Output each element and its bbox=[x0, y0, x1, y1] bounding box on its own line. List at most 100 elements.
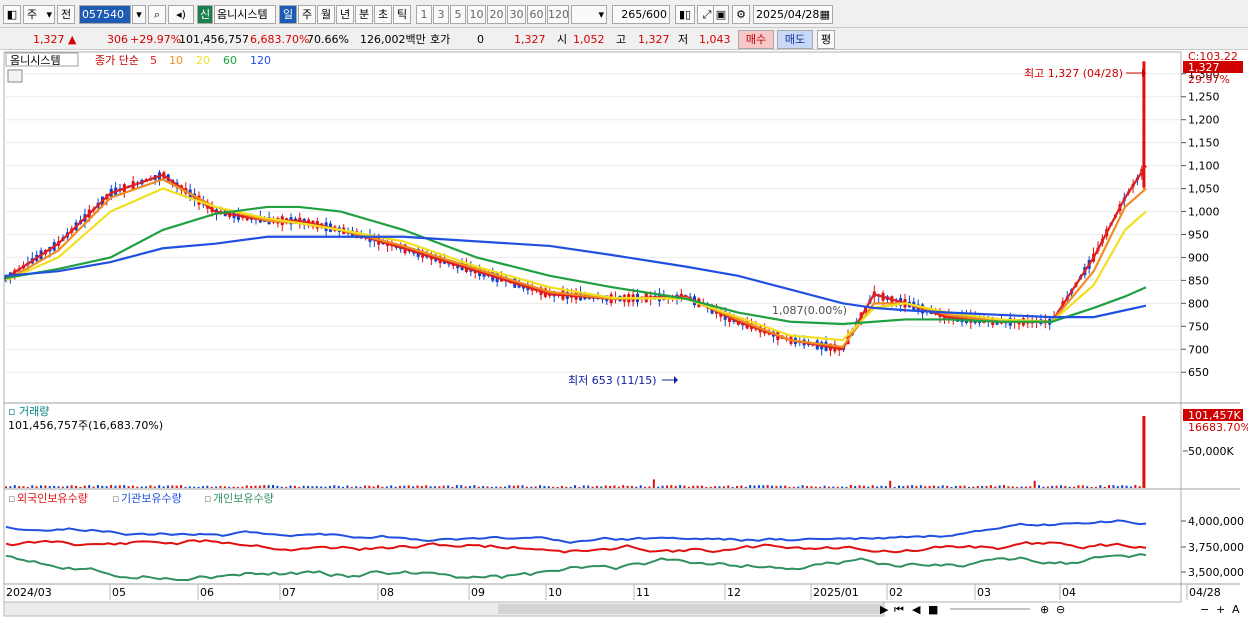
zoom-out-icon[interactable]: ⊖ bbox=[1056, 603, 1065, 616]
volume-bar bbox=[941, 485, 944, 488]
period-tab[interactable]: 년 bbox=[336, 5, 354, 24]
volume-bar bbox=[1051, 485, 1054, 488]
period-tab[interactable]: 틱 bbox=[393, 5, 411, 24]
volume-bar bbox=[932, 485, 935, 488]
period-tab[interactable]: 월 bbox=[317, 5, 335, 24]
volume-bar bbox=[911, 485, 914, 488]
first-page-icon[interactable]: ⏮ bbox=[894, 603, 904, 616]
scroll-right-icon[interactable]: ▶ bbox=[880, 603, 889, 616]
volume-bar bbox=[324, 486, 327, 488]
volume-bar bbox=[560, 485, 563, 488]
volume-bar bbox=[328, 485, 331, 488]
volume-bar bbox=[766, 485, 769, 488]
volume-bar bbox=[438, 486, 441, 488]
volume-bar bbox=[889, 480, 892, 488]
scrollbar-thumb[interactable] bbox=[498, 604, 884, 614]
interval-button[interactable]: 30 bbox=[507, 5, 526, 24]
period-tab[interactable]: 주 bbox=[298, 5, 316, 24]
speaker-icon[interactable]: ◂) bbox=[168, 5, 194, 24]
volume-bar bbox=[254, 485, 257, 488]
volume-bar bbox=[539, 485, 542, 488]
volume-bar bbox=[320, 486, 323, 488]
data-count[interactable]: 265/600 bbox=[612, 5, 670, 24]
volume-bar bbox=[342, 486, 345, 488]
interval-button[interactable]: 5 bbox=[450, 5, 466, 24]
volume-bar bbox=[1125, 485, 1128, 488]
volume-bar bbox=[661, 485, 664, 488]
interval-button[interactable]: 120 bbox=[547, 5, 569, 24]
ma-legend-item: 5 bbox=[150, 54, 157, 67]
period-tab[interactable]: 초 bbox=[374, 5, 392, 24]
volume-bar bbox=[946, 485, 949, 488]
volume-bar bbox=[79, 486, 82, 488]
volume-bar bbox=[359, 486, 362, 488]
chart-menu-icon[interactable]: ◧ bbox=[3, 5, 21, 24]
volume-bar bbox=[871, 485, 874, 488]
volume-bar bbox=[35, 486, 38, 488]
volume-bar bbox=[315, 486, 318, 488]
period-tab[interactable]: 일 bbox=[279, 5, 297, 24]
trade-amount: 126,002백만 bbox=[360, 33, 426, 46]
volume-bar bbox=[670, 485, 673, 488]
volume-bar bbox=[1068, 486, 1071, 488]
volume-bar bbox=[394, 486, 397, 488]
buy-button[interactable]: 매수 bbox=[738, 30, 774, 49]
interval-button[interactable]: 60 bbox=[527, 5, 546, 24]
prev-page-icon[interactable]: ◀ bbox=[912, 603, 921, 616]
volume-bar bbox=[429, 486, 432, 488]
volume-bar bbox=[346, 485, 349, 488]
interval-select[interactable]: ▾ bbox=[571, 5, 607, 24]
y-tick-label: 750 bbox=[1188, 320, 1209, 333]
hoga-label: 호가 bbox=[430, 33, 451, 46]
stock-chart[interactable]: 1,3001,2501,2001,1501,1001,0501,00095090… bbox=[0, 50, 1248, 621]
volume-bar bbox=[801, 485, 804, 488]
minus-icon[interactable]: − bbox=[1200, 603, 1209, 616]
volume-bar bbox=[1103, 486, 1106, 488]
period-tab[interactable]: 분 bbox=[355, 5, 373, 24]
low-price: 1,043 bbox=[699, 33, 731, 46]
date-input[interactable]: 2025/04/28 ▦ bbox=[753, 5, 833, 24]
font-size-icon[interactable]: A bbox=[1232, 603, 1240, 616]
volume-bar bbox=[841, 486, 844, 488]
holdings-legend-item: 기관보유수량 bbox=[121, 492, 182, 505]
volume-bar bbox=[57, 486, 60, 488]
mode-select[interactable]: 주 ▾ bbox=[23, 5, 55, 24]
volume-bar bbox=[61, 486, 64, 488]
y-tick-label: 1,000 bbox=[1188, 206, 1220, 219]
stock-code-input[interactable]: 057540 bbox=[79, 5, 131, 24]
table-icon[interactable] bbox=[7, 69, 23, 83]
sell-button[interactable]: 매도 bbox=[777, 30, 813, 49]
prev-button[interactable]: 전 bbox=[57, 5, 75, 24]
volume-bar bbox=[482, 486, 485, 488]
gear-icon[interactable]: ⚙ bbox=[732, 5, 750, 24]
volume-bar bbox=[425, 485, 428, 488]
search-icon[interactable]: ⌕ bbox=[148, 5, 166, 24]
legend-marker: ▫ bbox=[204, 492, 211, 505]
hoga-price: 1,327 bbox=[514, 33, 546, 46]
volume-bar bbox=[512, 485, 515, 488]
candle-type-icon[interactable]: ▮▯ bbox=[675, 5, 695, 24]
volume-bar bbox=[1108, 485, 1111, 488]
interval-button[interactable]: 10 bbox=[467, 5, 486, 24]
volume-bar bbox=[950, 486, 953, 488]
volume-bar bbox=[954, 485, 957, 488]
x-tick-label: 11 bbox=[636, 586, 650, 599]
volume-bar bbox=[285, 486, 288, 488]
volume-bar bbox=[862, 485, 865, 488]
current-price: 1,327 ▲ bbox=[33, 33, 77, 46]
stop-icon[interactable]: ■ bbox=[928, 603, 938, 616]
interval-button[interactable]: 1 bbox=[416, 5, 432, 24]
volume-bar bbox=[981, 485, 984, 488]
zoom-in-icon[interactable]: ⊕ bbox=[1040, 603, 1049, 616]
volume-bar bbox=[280, 486, 283, 488]
volume-bar bbox=[547, 486, 550, 488]
chevron-down-icon[interactable]: ▾ bbox=[132, 5, 146, 24]
interval-button[interactable]: 3 bbox=[433, 5, 449, 24]
interval-button[interactable]: 20 bbox=[487, 5, 506, 24]
volume-bar bbox=[718, 486, 721, 488]
avg-button[interactable]: 평 bbox=[817, 30, 835, 49]
volume-bar bbox=[245, 485, 248, 488]
save-icon[interactable]: ▣ bbox=[713, 5, 729, 24]
holdings-tick-label: 3,500,000 bbox=[1188, 566, 1244, 579]
plus-icon[interactable]: + bbox=[1216, 603, 1225, 616]
